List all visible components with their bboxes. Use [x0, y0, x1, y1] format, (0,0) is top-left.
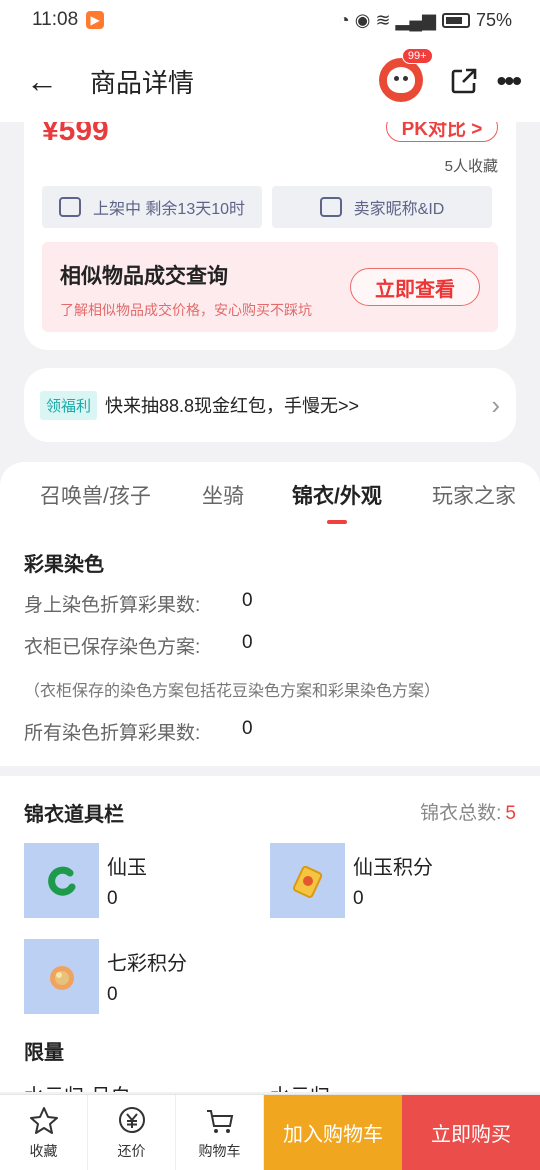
- tab-pets[interactable]: 召唤兽/孩子: [40, 480, 151, 510]
- item-name: 七彩积分: [107, 953, 187, 975]
- cat-avatar-icon: [386, 67, 415, 93]
- tab-mounts[interactable]: 坐骑: [202, 480, 244, 510]
- status-bar: 11:08 ▶ ◔ ◉ ≋ ▂▄▆ 75%: [0, 0, 540, 40]
- section-divider: [0, 766, 540, 776]
- back-arrow-icon[interactable]: ←: [26, 63, 66, 100]
- price: ¥599: [42, 122, 109, 147]
- wardrobe-item[interactable]: 七彩积分 0: [24, 939, 187, 1014]
- wardrobe-total-label: 锦衣总数:: [420, 803, 502, 824]
- item-name: 仙玉积分: [353, 857, 433, 879]
- listing-status: 上架中 剩余13天10时: [42, 186, 262, 228]
- active-tab-indicator: [327, 520, 347, 524]
- avatar[interactable]: 99+: [378, 48, 433, 104]
- dye-row-value: 0: [242, 718, 253, 739]
- app-notification-icon: ▶: [86, 11, 105, 29]
- item-value: 0: [107, 888, 118, 909]
- similar-query-panel: 相似物品成交查询 了解相似物品成交价格，安心购买不踩坑 立即查看: [42, 242, 498, 332]
- limited-item-name: 水云归·月白: [24, 1080, 131, 1092]
- bargain-label: 还价: [117, 1142, 146, 1159]
- bottom-action-bar: 收藏 还价 购物车 加入购物车 立即购买: [0, 1094, 540, 1170]
- pk-compare-button[interactable]: PK对比 >: [386, 122, 498, 142]
- star-icon: [29, 1106, 58, 1134]
- more-icon[interactable]: •••: [497, 65, 522, 97]
- favorite-button[interactable]: 收藏: [0, 1095, 88, 1170]
- battery-text: 75%: [475, 9, 512, 30]
- buy-now-button[interactable]: 立即购买: [402, 1095, 540, 1170]
- dye-note: （衣柜保存的染色方案包括花豆染色方案和彩果染色方案）: [24, 683, 441, 700]
- cart-button[interactable]: 购物车: [176, 1095, 264, 1170]
- jade-icon: [24, 843, 99, 918]
- item-value: 0: [107, 984, 118, 1005]
- favorite-count: 5人收藏: [444, 158, 498, 175]
- status-time: 11:08: [32, 9, 79, 30]
- item-name: 仙玉: [107, 857, 147, 879]
- promo-tag: 领福利: [40, 390, 98, 420]
- add-to-cart-button[interactable]: 加入购物车: [264, 1095, 402, 1170]
- shop-icon: [319, 197, 342, 217]
- dye-row-value: 0: [242, 632, 253, 653]
- item-value: 0: [353, 888, 364, 909]
- cart-label: 购物车: [198, 1142, 241, 1159]
- promo-text: 快来抽88.8现金红包，手慢无>>: [105, 396, 360, 416]
- favorite-label: 收藏: [29, 1142, 58, 1159]
- cart-icon: [206, 1109, 233, 1133]
- seller-text: 卖家昵称&ID: [353, 201, 445, 218]
- similar-subtitle: 了解相似物品成交价格，安心购买不踩坑: [60, 302, 312, 318]
- rainbow-points-icon: [24, 939, 99, 1014]
- promo-banner[interactable]: 领福利 快来抽88.8现金红包，手慢无>> ›: [24, 368, 516, 442]
- yen-bubble-icon: [118, 1106, 145, 1133]
- seller-info-button[interactable]: 卖家昵称&ID: [272, 186, 492, 228]
- chevron-right-icon: ›: [491, 389, 500, 420]
- jade-points-icon: [270, 843, 345, 918]
- wardrobe-total-value: 5: [505, 803, 516, 824]
- dye-section-title: 彩果染色: [24, 554, 104, 576]
- dye-row-label: 身上染色折算彩果数:: [24, 595, 201, 616]
- dye-row-label: 所有染色折算彩果数:: [24, 723, 201, 744]
- clipboard-icon: [58, 197, 81, 217]
- limited-title: 限量: [24, 1042, 64, 1064]
- view-now-button[interactable]: 立即查看: [350, 268, 480, 306]
- detail-panel: 召唤兽/孩子 坐骑 锦衣/外观 玩家之家 彩果染色 身上染色折算彩果数: 0 衣…: [0, 462, 540, 1092]
- signal-icon: ◔ ◉ ≋ ▂▄▆: [338, 9, 436, 30]
- wardrobe-title: 锦衣道具栏: [24, 804, 124, 826]
- limited-item-name: 水云归: [270, 1080, 330, 1092]
- message-badge: 99+: [401, 48, 433, 64]
- dye-row-label: 衣柜已保存染色方案:: [24, 637, 201, 658]
- tab-bar: 召唤兽/孩子 坐骑 锦衣/外观 玩家之家: [0, 480, 540, 528]
- product-card: ¥599 PK对比 > 5人收藏 上架中 剩余13天10时 卖家昵称&ID 相似…: [24, 122, 516, 350]
- battery-icon: [441, 12, 470, 28]
- listing-status-text: 上架中 剩余13天10时: [92, 201, 246, 218]
- bargain-button[interactable]: 还价: [88, 1095, 176, 1170]
- nav-bar: ← 商品详情 99+ •••: [0, 40, 540, 122]
- dye-row-value: 0: [242, 590, 253, 611]
- page-title: 商品详情: [90, 67, 195, 98]
- similar-title: 相似物品成交查询: [60, 265, 228, 288]
- wardrobe-total: 锦衣总数: 5: [420, 798, 516, 825]
- tab-outfits[interactable]: 锦衣/外观: [292, 480, 382, 510]
- wardrobe-item[interactable]: 仙玉积分 0: [270, 843, 433, 918]
- wardrobe-item[interactable]: 仙玉 0: [24, 843, 147, 918]
- tab-home[interactable]: 玩家之家: [432, 480, 516, 510]
- share-icon[interactable]: [449, 66, 479, 96]
